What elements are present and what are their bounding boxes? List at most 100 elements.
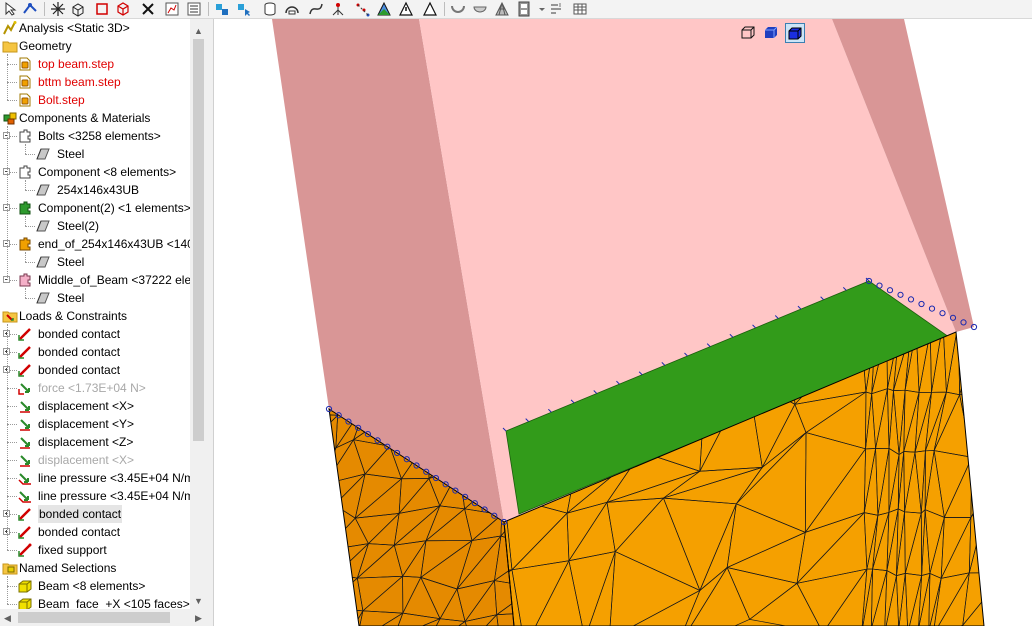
- cube-wireframe-icon: [740, 24, 756, 40]
- model-3d-view[interactable]: [214, 19, 1032, 626]
- cylinder-icon[interactable]: [262, 1, 278, 17]
- tree-item[interactable]: Named Selections: [0, 559, 190, 577]
- tree-item-label: displacement <Z>: [38, 435, 134, 449]
- tree-item[interactable]: displacement <X>: [0, 451, 190, 469]
- tree-item[interactable]: bonded contact: [0, 505, 190, 523]
- tree-connector: [25, 154, 35, 155]
- chart-icon[interactable]: [164, 1, 180, 17]
- tree-connector: [25, 262, 35, 263]
- tree-item[interactable]: Geometry: [0, 37, 190, 55]
- tree-item[interactable]: force <1.73E+04 N>: [0, 379, 190, 397]
- contact-icon: [17, 362, 33, 378]
- node-select-icon[interactable]: [236, 1, 252, 17]
- wireframe-view-button[interactable]: [739, 23, 759, 43]
- cube-select-icon[interactable]: [115, 1, 131, 17]
- tree-item[interactable]: line pressure <3.45E+04 N/m: [0, 469, 190, 487]
- toolbar: [0, 0, 1032, 19]
- arc-icon[interactable]: [284, 1, 300, 17]
- tree-connector: [7, 442, 17, 443]
- selection-icon: [17, 578, 33, 594]
- component-pink-icon: [17, 272, 33, 288]
- tree-vertical-scroll-thumb[interactable]: [193, 39, 204, 441]
- tree-connector: [10, 172, 17, 173]
- view-mode-buttons: [739, 23, 811, 45]
- tree-connector: [25, 288, 26, 298]
- tree-item-label: Loads & Constraints: [19, 309, 128, 323]
- tree-item-label: end_of_254x146x43UB <1405: [38, 237, 190, 251]
- contact-icon: [17, 506, 33, 522]
- shaded-view-button[interactable]: [762, 23, 782, 43]
- displacement-icon: [17, 398, 33, 414]
- tree-connector: [7, 406, 17, 407]
- tree-item[interactable]: Component(2) <1 elements>: [0, 199, 190, 217]
- list-icon[interactable]: [186, 1, 202, 17]
- triangle-warning-icon[interactable]: [398, 1, 414, 17]
- spline-icon[interactable]: [308, 1, 324, 17]
- pressure-icon: [17, 470, 33, 486]
- tree-connector: [7, 82, 17, 83]
- tree-item-label: force <1.73E+04 N>: [38, 381, 146, 395]
- tree-item[interactable]: bonded contact: [0, 361, 190, 379]
- vertex-icon[interactable]: [330, 1, 346, 17]
- scroll-down-icon[interactable]: ▼: [194, 596, 203, 606]
- tree-item[interactable]: Analysis <Static 3D>: [0, 19, 190, 37]
- tree-connector: [7, 586, 17, 587]
- shaded-edges-view-button[interactable]: [785, 23, 805, 43]
- rotate-view-icon[interactable]: [70, 1, 86, 17]
- model-viewport[interactable]: [214, 19, 1032, 626]
- mesh-icon[interactable]: [494, 1, 510, 17]
- film-icon[interactable]: [516, 1, 532, 17]
- tree-item-label: displacement <X>: [38, 453, 135, 467]
- rectangle-select-icon[interactable]: [94, 1, 110, 17]
- selection-icon: [17, 596, 33, 609]
- select-icon[interactable]: [3, 1, 19, 17]
- tree-connector: [25, 298, 35, 299]
- tree-connector: [7, 324, 8, 550]
- points-icon[interactable]: [354, 1, 370, 17]
- scroll-right-icon[interactable]: ▶: [195, 613, 202, 623]
- tree-item[interactable]: end_of_254x146x43UB <1405: [0, 235, 190, 253]
- tree-item[interactable]: line pressure <3.45E+04 N/m: [0, 487, 190, 505]
- close-x-icon[interactable]: [140, 1, 156, 17]
- tree-item[interactable]: bonded contact: [0, 343, 190, 361]
- tree-item[interactable]: bonded contact: [0, 325, 190, 343]
- tree-item[interactable]: displacement <Y>: [0, 415, 190, 433]
- part-icon: [17, 92, 33, 108]
- tree-item[interactable]: Components & Materials: [0, 109, 190, 127]
- tree-item[interactable]: fixed support: [0, 541, 190, 559]
- tree-item[interactable]: Beam <8 elements>: [0, 577, 190, 595]
- tree-item[interactable]: Loads & Constraints: [0, 307, 190, 325]
- align-icon[interactable]: [548, 1, 564, 17]
- tree-item[interactable]: Bolt.step: [0, 91, 190, 109]
- bowl-icon[interactable]: [472, 1, 488, 17]
- displacement-icon: [17, 434, 33, 450]
- tree-item[interactable]: bonded contact: [0, 523, 190, 541]
- scroll-up-icon[interactable]: ▲: [194, 26, 203, 36]
- material-icon: [35, 146, 51, 162]
- tree-item-label: bonded contact: [38, 525, 121, 539]
- node-icon[interactable]: [214, 1, 230, 17]
- displacement-icon: [17, 452, 33, 468]
- triangle-outline-icon[interactable]: [422, 1, 438, 17]
- grid-icon[interactable]: [572, 1, 588, 17]
- tree-horizontal-scroll-thumb[interactable]: [18, 612, 170, 623]
- force-icon: [17, 380, 33, 396]
- tree-item[interactable]: Beam_face_+X <105 faces>: [0, 595, 190, 609]
- tree-item[interactable]: Bolts <3258 elements>: [0, 127, 190, 145]
- tree-item[interactable]: displacement <Z>: [0, 433, 190, 451]
- tree-item[interactable]: Middle_of_Beam <37222 elem: [0, 271, 190, 289]
- scroll-left-icon[interactable]: ◀: [4, 613, 11, 623]
- triangle-shaded-icon[interactable]: [376, 1, 392, 17]
- tree-item-label: bonded contact: [38, 505, 123, 523]
- select-multiple-icon[interactable]: [22, 1, 38, 17]
- tree-item[interactable]: top beam.step: [0, 55, 190, 73]
- pane-splitter[interactable]: [207, 19, 214, 626]
- tree-item[interactable]: displacement <X>: [0, 397, 190, 415]
- tree-item[interactable]: bttm beam.step: [0, 73, 190, 91]
- tree-item-label: fixed support: [38, 543, 107, 557]
- tree-item[interactable]: Component <8 elements>: [0, 163, 190, 181]
- explode-icon[interactable]: [50, 1, 66, 17]
- tree-connector: [10, 244, 17, 245]
- tree-item-label: bonded contact: [38, 363, 121, 377]
- arc-down-icon[interactable]: [450, 1, 466, 17]
